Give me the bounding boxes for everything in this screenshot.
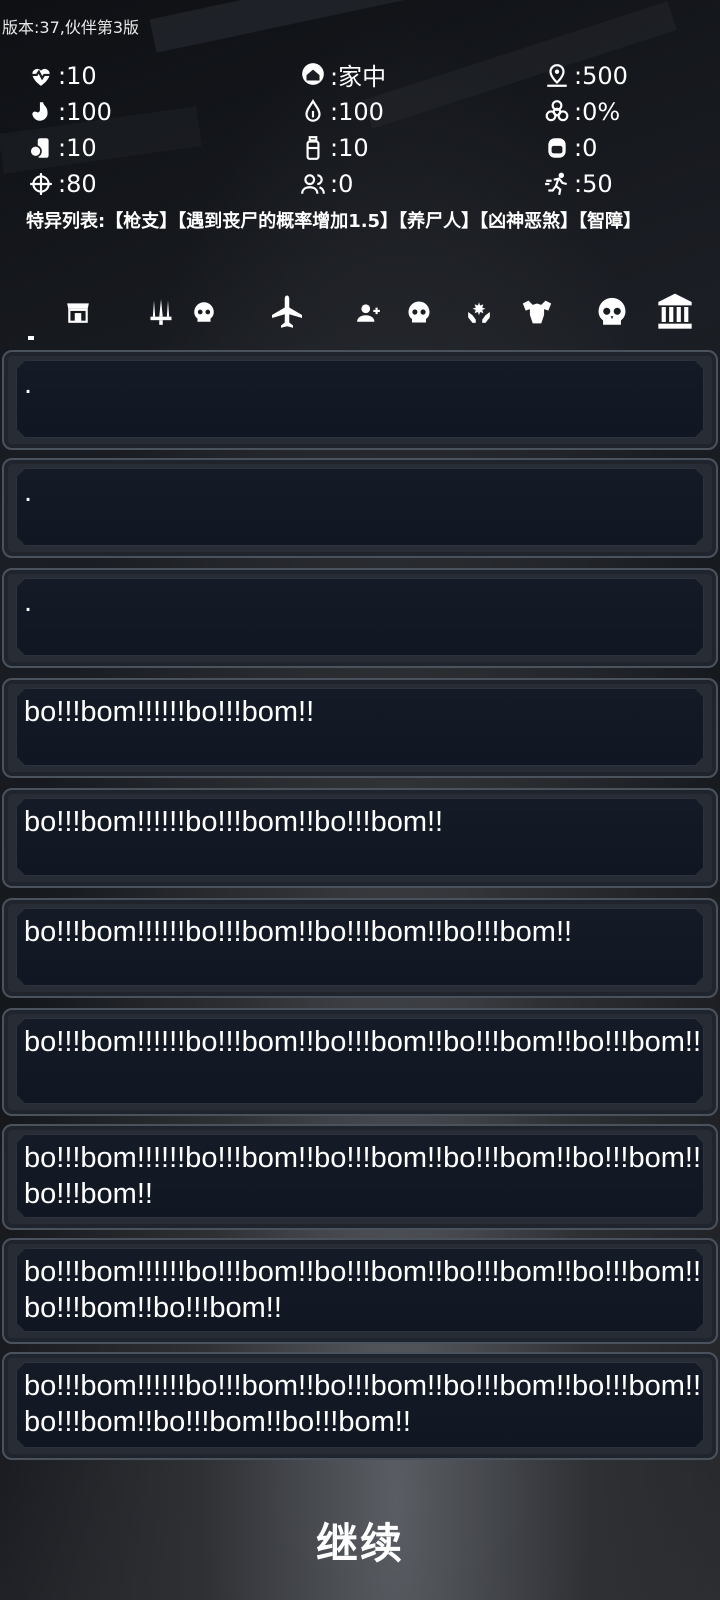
stat-health: :10 xyxy=(26,58,97,94)
traits-list: 特异列表:【枪支】【遇到丧尸的概率增加1.5】【养尸人】【凶神恶煞】【智障】 xyxy=(26,211,642,232)
running-icon xyxy=(542,169,572,199)
stat-medicine: :0 xyxy=(542,130,597,166)
log-entry-text: . xyxy=(24,586,33,618)
food-can-icon xyxy=(26,133,56,163)
skull-icon[interactable] xyxy=(190,290,218,334)
log-entry-text: bo!!!bom!!!!!!bo!!!bom!!bo!!!bom!!bo!!!b… xyxy=(24,916,573,948)
stat-infection: :0% xyxy=(542,94,620,130)
log-entry-text: bo!!!bom!!!!!!bo!!!bom!! xyxy=(24,696,315,728)
log-entry-text: bo!!!bom!!!!!!bo!!!bom!!bo!!!bom!!bo!!!b… xyxy=(24,1370,702,1438)
crosshair-icon xyxy=(26,169,56,199)
log-entry: bo!!!bom!!!!!!bo!!!bom!!bo!!!bom!!bo!!!b… xyxy=(2,1352,718,1460)
home-location-icon xyxy=(298,59,328,89)
shop-icon[interactable] xyxy=(64,290,92,334)
stat-speed: :50 xyxy=(542,166,613,202)
stat-value: :100 xyxy=(58,98,112,126)
log-entry: bo!!!bom!!!!!!bo!!!bom!!bo!!!bom!!bo!!!b… xyxy=(2,1124,718,1230)
log-entry-text: . xyxy=(24,368,33,400)
water-bottle-icon xyxy=(298,133,328,163)
muscle-icon[interactable] xyxy=(518,290,556,334)
log-entry-text: bo!!!bom!!!!!!bo!!!bom!!bo!!!bom!!bo!!!b… xyxy=(24,1256,702,1324)
stat-value: :0 xyxy=(330,170,354,198)
airplane-icon[interactable] xyxy=(268,290,306,334)
log-entry: bo!!!bom!!!!!!bo!!!bom!!bo!!!bom!!bo!!!b… xyxy=(2,898,718,998)
add-person-icon[interactable] xyxy=(354,290,384,334)
stat-value: :500 xyxy=(574,62,628,90)
stat-value: :家中 xyxy=(330,62,387,91)
log-entry: bo!!!bom!!!!!!bo!!!bom!!bo!!!bom!! xyxy=(2,788,718,888)
log-entry: bo!!!bom!!!!!!bo!!!bom!!bo!!!bom!!bo!!!b… xyxy=(2,1008,718,1116)
stat-hunger: :100 xyxy=(26,94,112,130)
stomach-icon xyxy=(26,97,56,127)
action-bar xyxy=(28,290,714,344)
log-entry: bo!!!bom!!!!!!bo!!!bom!! xyxy=(2,678,718,778)
version-label: 版本:37,伙伴第3版 xyxy=(2,18,140,37)
stat-value: :0% xyxy=(574,98,621,126)
log-entry-text: bo!!!bom!!!!!!bo!!!bom!!bo!!!bom!! xyxy=(24,806,444,838)
log-entry: . xyxy=(2,458,718,558)
stat-value: :10 xyxy=(58,62,97,90)
stat-value: :100 xyxy=(330,98,384,126)
stat-value: :50 xyxy=(574,170,613,198)
stat-food: :10 xyxy=(26,130,97,166)
log-entry: . xyxy=(2,568,718,668)
log-entry-text: . xyxy=(24,476,33,508)
water-drop-icon xyxy=(298,97,328,127)
heartbeat-icon xyxy=(26,61,56,91)
stat-value: :10 xyxy=(58,134,97,162)
stat-thirst: :100 xyxy=(298,94,384,130)
map-pin-icon xyxy=(542,61,572,91)
stat-companions: :0 xyxy=(298,166,353,202)
companions-icon xyxy=(298,169,328,199)
skull-icon[interactable] xyxy=(404,290,434,334)
background-beam xyxy=(149,0,431,53)
stat-value: :80 xyxy=(58,170,97,198)
weapons-icon[interactable] xyxy=(146,290,176,334)
stat-value: :10 xyxy=(330,134,369,162)
continue-button[interactable]: 继续 xyxy=(0,1510,720,1571)
background-beam xyxy=(363,1,677,129)
healing-hands-icon[interactable] xyxy=(464,290,494,334)
biohazard-icon xyxy=(542,97,572,127)
stat-value: :0 xyxy=(574,134,598,162)
stat-distance: :500 xyxy=(542,58,628,94)
bank-icon[interactable] xyxy=(654,290,696,334)
log-entry-text: bo!!!bom!!!!!!bo!!!bom!!bo!!!bom!!bo!!!b… xyxy=(24,1026,702,1058)
bandage-icon xyxy=(542,133,572,163)
nav-selection-indicator xyxy=(28,336,34,340)
log-entry: bo!!!bom!!!!!!bo!!!bom!!bo!!!bom!!bo!!!b… xyxy=(2,1238,718,1344)
log-entry-text: bo!!!bom!!!!!!bo!!!bom!!bo!!!bom!!bo!!!b… xyxy=(24,1142,702,1210)
stat-accuracy: :80 xyxy=(26,166,97,202)
stat-water: :10 xyxy=(298,130,369,166)
stat-location: :家中 xyxy=(298,56,386,92)
log-entry: . xyxy=(2,350,718,450)
skull-large-icon[interactable] xyxy=(594,290,630,334)
